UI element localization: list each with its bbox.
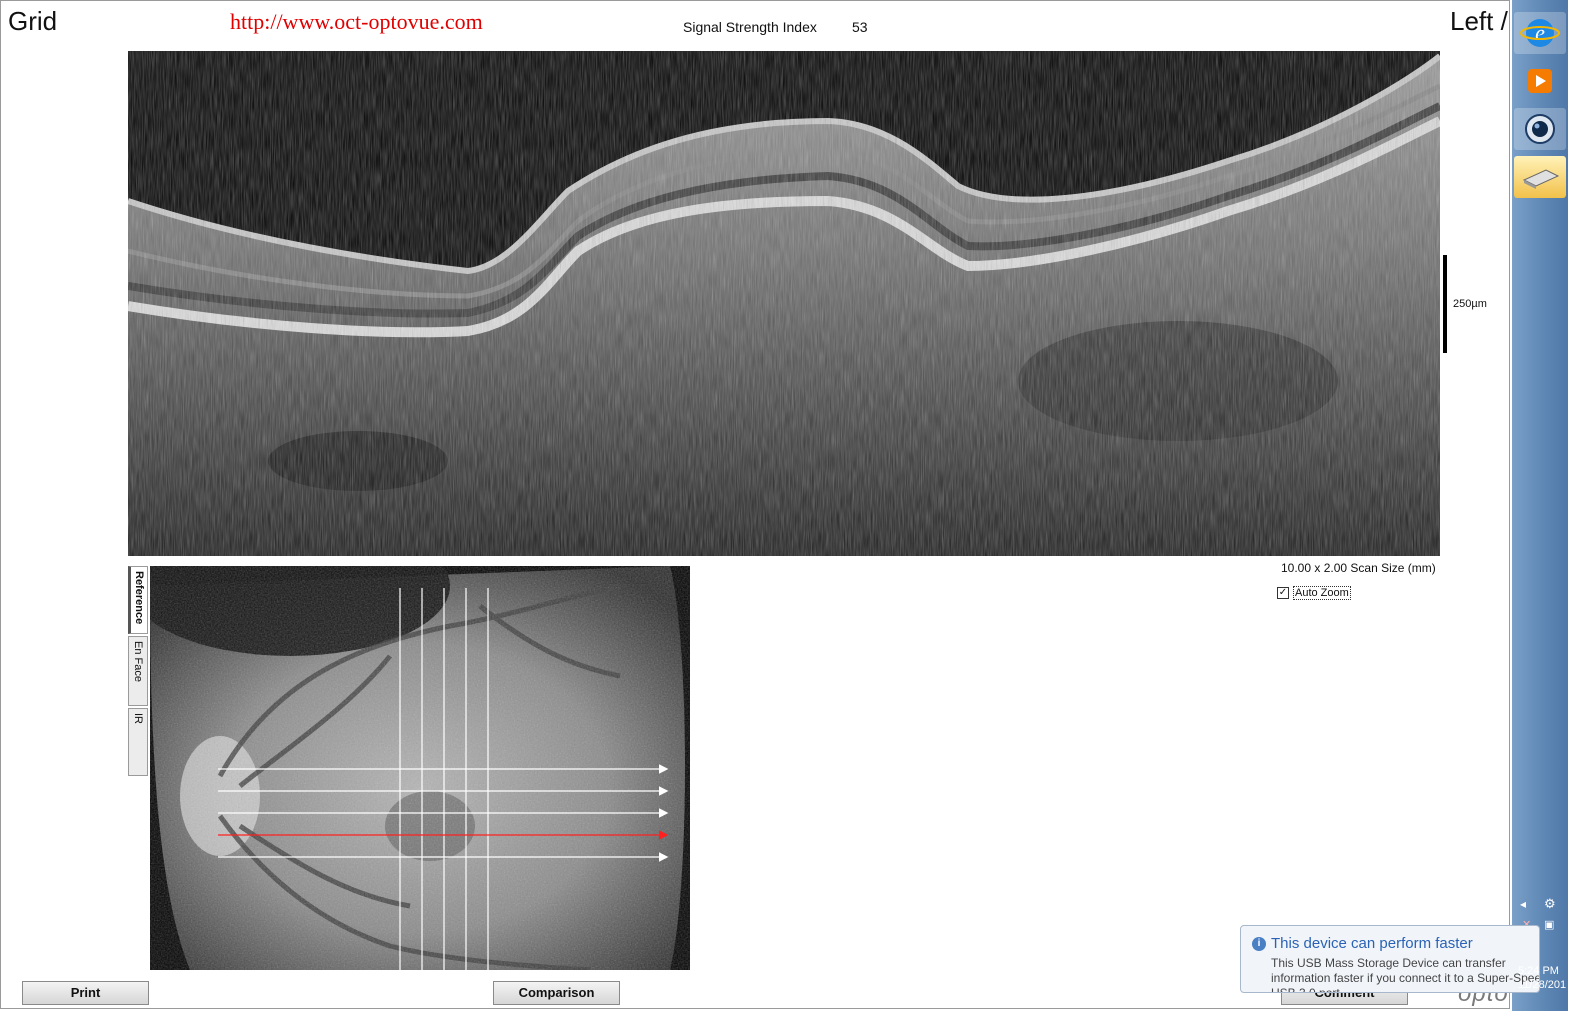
internet-explorer-icon[interactable]: e (1514, 12, 1566, 54)
oct-bscan-image[interactable] (128, 51, 1440, 556)
camera-app-icon[interactable] (1514, 108, 1566, 150)
signal-strength-value: 53 (852, 19, 868, 35)
tab-reference[interactable]: Reference (128, 566, 148, 634)
show-hidden-icons-arrow[interactable]: ◂ (1520, 897, 1526, 911)
auto-zoom-checkbox[interactable]: ✓ (1277, 587, 1289, 599)
tab-ir[interactable]: IR (128, 708, 148, 776)
clock-time: 5:24 PM (1518, 965, 1559, 977)
print-button[interactable]: Print (22, 981, 149, 1005)
scanner-app-icon[interactable] (1514, 156, 1566, 198)
network-icon[interactable]: ⚙ (1544, 896, 1556, 912)
system-clock[interactable]: 5:24 PM 11/28/201 (1518, 964, 1566, 992)
clock-date: 11/28/201 (1518, 979, 1567, 991)
auto-zoom-control[interactable]: ✓ Auto Zoom (1277, 586, 1351, 600)
tab-reference-label: Reference (133, 571, 145, 625)
scale-bar (1443, 255, 1447, 353)
taskbar: e ◂ ⚙ ✕ ▣ ✕ (1512, 0, 1568, 1011)
scan-size-label: 10.00 x 2.00 Scan Size (mm) (1281, 561, 1436, 575)
website-url: http://www.oct-optovue.com (230, 9, 483, 34)
usb-notification[interactable]: i This device can perform faster This US… (1240, 925, 1540, 993)
tab-en-face-label: En Face (132, 641, 144, 682)
media-player-icon[interactable] (1514, 60, 1566, 102)
tab-ir-label: IR (132, 713, 144, 724)
notification-body: This USB Mass Storage Device can transfe… (1271, 956, 1540, 993)
auto-zoom-label: Auto Zoom (1293, 586, 1351, 600)
report-title: Grid (8, 6, 58, 36)
eye-side-label: Left / (1450, 6, 1508, 36)
monitor-icon[interactable]: ▣ (1544, 918, 1554, 931)
fundus-graphic (150, 566, 690, 970)
comparison-button[interactable]: Comparison (493, 981, 620, 1005)
signal-strength-label: Signal Strength Index (683, 19, 817, 35)
oct-bscan-graphic (128, 51, 1440, 556)
fundus-reference-image[interactable] (150, 566, 690, 970)
info-icon: i (1252, 937, 1266, 951)
notification-title: This device can perform faster (1271, 935, 1473, 952)
scale-bar-label: 250µm (1453, 298, 1487, 310)
svg-text:e: e (1535, 20, 1545, 45)
tab-en-face[interactable]: En Face (128, 636, 148, 706)
